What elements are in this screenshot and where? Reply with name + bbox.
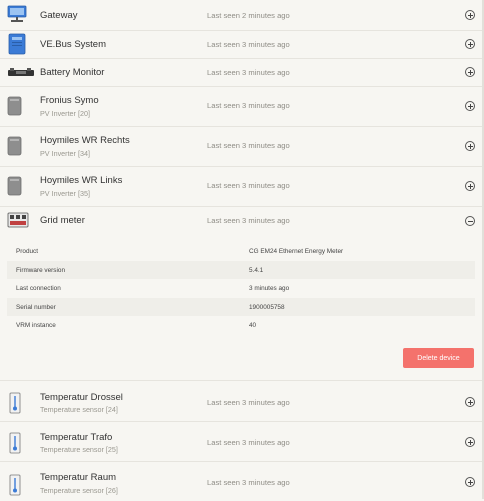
device-name: Temperatur Drossel <box>40 392 123 403</box>
device-name: VE.Bus System <box>40 39 106 50</box>
device-detail-table: Product CG EM24 Ethernet Energy Meter Fi… <box>7 242 475 335</box>
expand-icon[interactable] <box>465 141 475 151</box>
detail-value: 3 minutes ago <box>249 285 290 292</box>
last-seen: Last seen 3 minutes ago <box>207 438 290 447</box>
thermometer-icon <box>9 432 21 459</box>
device-row-hoymiles-rechts[interactable]: Hoymiles WR Rechts PV Inverter [34] Last… <box>0 126 482 167</box>
thermometer-icon <box>9 474 21 501</box>
device-row-fronius-symo[interactable]: Fronius Symo PV Inverter [20] Last seen … <box>0 86 482 127</box>
detail-label: Serial number <box>16 303 56 311</box>
expand-icon[interactable] <box>465 10 475 20</box>
detail-row: Firmware version 5.4.1 <box>7 260 475 279</box>
expand-icon[interactable] <box>465 67 475 77</box>
detail-value: 40 <box>249 322 257 329</box>
last-seen: Last seen 3 minutes ago <box>207 101 290 110</box>
last-seen: Last seen 3 minutes ago <box>207 216 290 225</box>
detail-value: CG EM24 Ethernet Energy Meter <box>249 248 344 255</box>
detail-label: Last connection <box>16 285 61 292</box>
gateway-icon <box>7 5 27 28</box>
last-seen: Last seen 3 minutes ago <box>207 141 290 150</box>
detail-row: VRM instance 40 <box>7 316 475 335</box>
detail-row: Serial number 1900005758 <box>7 297 475 316</box>
device-name: Hoymiles WR Rechts <box>40 135 130 146</box>
device-row-gateway[interactable]: Gateway Last seen 2 minutes ago <box>0 0 482 31</box>
device-type: Temperature sensor [26] <box>40 486 118 495</box>
device-type: PV Inverter [35] <box>40 189 90 198</box>
grid-meter-icon <box>7 212 29 233</box>
expand-icon[interactable] <box>465 397 475 407</box>
inverter-icon <box>7 33 27 60</box>
detail-value: 5.4.1 <box>249 266 264 274</box>
expand-icon[interactable] <box>465 181 475 191</box>
device-type: PV Inverter [20] <box>40 109 90 118</box>
expand-icon[interactable] <box>465 437 475 447</box>
expand-icon[interactable] <box>465 39 475 49</box>
last-seen: Last seen 3 minutes ago <box>207 478 290 487</box>
device-name: Battery Monitor <box>40 67 105 78</box>
device-row-temperatur-trafo[interactable]: Temperatur Trafo Temperature sensor [25]… <box>0 421 482 462</box>
detail-row: Last connection 3 minutes ago <box>7 279 475 298</box>
last-seen: Last seen 3 minutes ago <box>207 40 290 49</box>
device-type: Temperature sensor [25] <box>40 445 118 454</box>
device-name: Grid meter <box>40 215 85 226</box>
pv-inverter-icon <box>7 136 23 161</box>
device-name: Temperatur Trafo <box>40 432 113 443</box>
device-type: PV Inverter [34] <box>40 149 90 158</box>
device-row-temperatur-drossel[interactable]: Temperatur Drossel Temperature sensor [2… <box>0 381 482 422</box>
collapse-icon[interactable] <box>465 216 475 226</box>
device-row-hoymiles-links[interactable]: Hoymiles WR Links PV Inverter [35] Last … <box>0 166 482 207</box>
device-name: Gateway <box>40 10 78 21</box>
device-type: Temperature sensor [24] <box>40 405 118 414</box>
device-name: Hoymiles WR Links <box>40 175 123 186</box>
device-row-temperatur-raum[interactable]: Temperatur Raum Temperature sensor [26] … <box>0 461 482 499</box>
last-seen: Last seen 3 minutes ago <box>207 68 290 77</box>
device-row-grid-meter[interactable]: Grid meter Last seen 3 minutes ago <box>0 206 482 236</box>
battery-monitor-icon <box>7 66 35 84</box>
detail-label: Product <box>16 248 39 255</box>
expand-icon[interactable] <box>465 477 475 487</box>
thermometer-icon <box>9 392 21 419</box>
detail-value: 1900005758 <box>249 303 285 311</box>
device-name: Temperatur Raum <box>40 472 117 483</box>
detail-label: VRM instance <box>16 322 56 329</box>
device-row-vebus[interactable]: VE.Bus System Last seen 3 minutes ago <box>0 30 482 59</box>
pv-inverter-icon <box>7 176 23 201</box>
expand-icon[interactable] <box>465 101 475 111</box>
pv-inverter-icon <box>7 96 23 121</box>
last-seen: Last seen 3 minutes ago <box>207 398 290 407</box>
device-row-battery-monitor[interactable]: Battery Monitor Last seen 3 minutes ago <box>0 58 482 87</box>
device-name: Fronius Symo <box>40 95 99 106</box>
detail-label: Firmware version <box>16 266 66 274</box>
last-seen: Last seen 3 minutes ago <box>207 181 290 190</box>
detail-row: Product CG EM24 Ethernet Energy Meter <box>7 242 475 261</box>
delete-device-button[interactable]: Delete device <box>403 348 474 368</box>
last-seen: Last seen 2 minutes ago <box>207 11 290 20</box>
